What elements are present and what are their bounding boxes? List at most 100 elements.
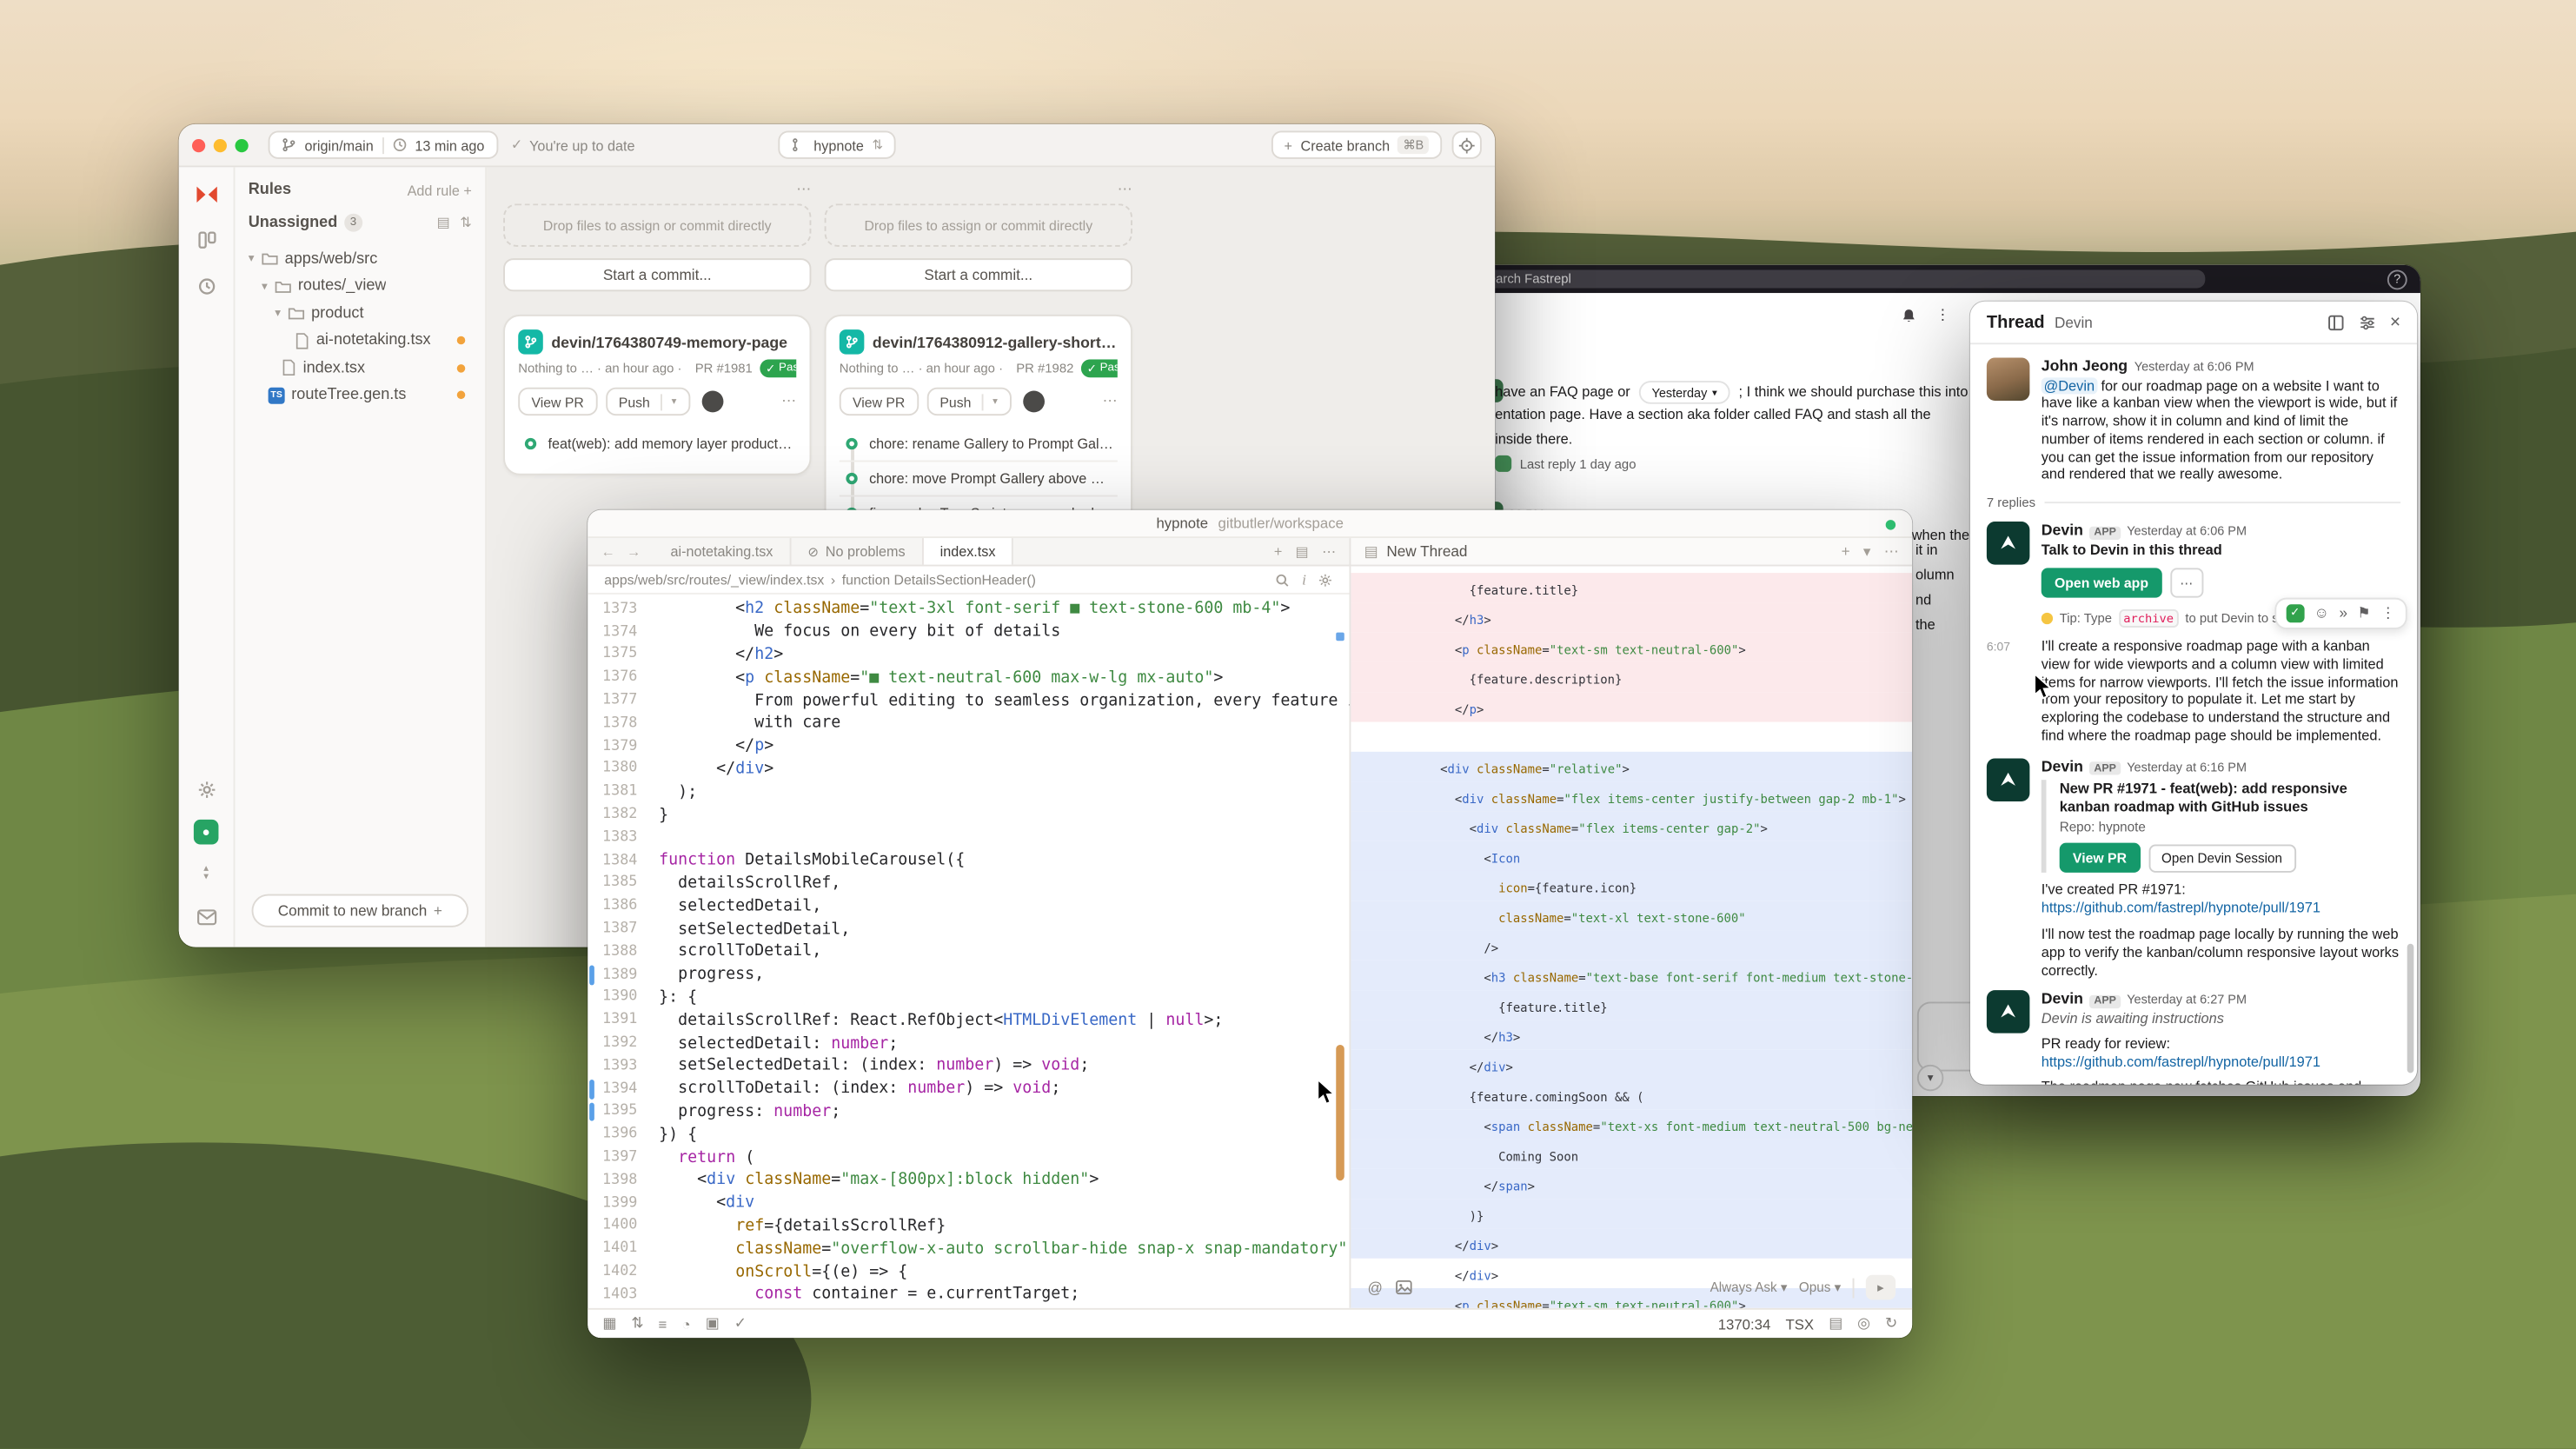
open-devin-session-button[interactable]: Open Devin Session: [2148, 844, 2295, 872]
tree-folder-row[interactable]: ▾ routes/_view: [249, 272, 472, 299]
code-line[interactable]: 1375 </h2>: [588, 643, 1349, 666]
scrollbar-thumb[interactable]: [1336, 1045, 1344, 1180]
code-line[interactable]: 1389 progress,: [588, 963, 1349, 986]
date-divider-pill[interactable]: Yesterday▾: [1638, 381, 1730, 404]
committer-avatar[interactable]: [701, 391, 723, 413]
new-tab-icon[interactable]: +: [1274, 542, 1282, 561]
branches-view-icon[interactable]: [193, 227, 219, 253]
more-actions-icon[interactable]: ⋮: [2380, 606, 2395, 621]
bell-icon[interactable]: [1901, 308, 1917, 324]
save-flag-icon[interactable]: ⚑: [2357, 606, 2370, 621]
message-timestamp[interactable]: Yesterday at 6:06 PM: [2134, 359, 2254, 374]
add-rule-button[interactable]: Add rule +: [408, 182, 472, 198]
code-line[interactable]: 1400 ref={detailsScrollRef}: [588, 1214, 1349, 1237]
code-line[interactable]: 1399 <div: [588, 1192, 1349, 1214]
avatar[interactable]: [1987, 991, 2030, 1034]
code-editor[interactable]: 1373 <h2 className="text-3xl font-serif …: [588, 595, 1349, 1308]
list-view-icon[interactable]: ▤: [437, 214, 450, 232]
editor-scrollbar[interactable]: [1331, 595, 1350, 1308]
breadcrumb[interactable]: apps/web/src/routes/_view/index.tsx › fu…: [588, 566, 1349, 594]
slack-search-input[interactable]: Search Fastrepl: [1457, 269, 2205, 288]
code-line[interactable]: 1386 selectedDetail,: [588, 894, 1349, 917]
thread-reply-link[interactable]: Last reply 1 day ago: [1495, 455, 1636, 472]
committer-avatar[interactable]: [1022, 391, 1044, 413]
permission-mode-select[interactable]: Always Ask ▾: [1710, 1280, 1788, 1294]
sender-name[interactable]: Devin: [2042, 991, 2083, 1007]
tree-folder-row[interactable]: ▾ product: [249, 300, 472, 327]
commit-row[interactable]: chore: move Prompt Gallery above Workflo…: [840, 461, 1118, 495]
drop-zone[interactable]: Drop files to assign or commit directly: [825, 203, 1132, 247]
tree-file-row[interactable]: ai-notetaking.tsx: [249, 327, 472, 354]
avatar[interactable]: [1987, 522, 2030, 566]
settings-gear-icon[interactable]: [1318, 572, 1332, 587]
code-line[interactable]: 1380 </div>: [588, 758, 1349, 781]
commit-row[interactable]: feat(web): add memory layer product page: [518, 427, 796, 460]
code-line[interactable]: 1377 From powerful editing to seamless o…: [588, 689, 1349, 712]
sort-icon[interactable]: ⇅: [460, 214, 472, 232]
kebab-menu-icon[interactable]: ⋮: [1935, 306, 1950, 324]
reload-icon[interactable]: ↻: [1885, 1314, 1897, 1333]
lane-menu-icon[interactable]: ⋯: [1118, 181, 1132, 201]
new-thread-icon[interactable]: +: [1842, 542, 1850, 561]
sender-name[interactable]: Devin: [2042, 522, 2083, 539]
problems-indicator[interactable]: ⊘No problems: [791, 538, 923, 564]
code-line[interactable]: 1391 detailsScrollRef: React.RefObject<H…: [588, 1009, 1349, 1032]
code-line[interactable]: 1402 onScroll={(e) => {: [588, 1260, 1349, 1283]
code-line[interactable]: 1394 scrollToDetail: (index: number) => …: [588, 1078, 1349, 1100]
sync-icon[interactable]: ⇅: [631, 1314, 643, 1333]
origin-branch-chip[interactable]: origin/main 13 min ago: [269, 130, 498, 158]
code-line[interactable]: 1397 return (: [588, 1146, 1349, 1168]
code-line[interactable]: 1401 className="overflow-x-auto scrollba…: [588, 1238, 1349, 1260]
tree-file-row[interactable]: index.tsx: [249, 355, 472, 382]
pr-link[interactable]: https://github.com/fastrepl/hypnote/pull…: [2042, 1053, 2320, 1069]
tab-ai-notetaking[interactable]: ai-notetaking.tsx: [654, 538, 791, 564]
pr-title[interactable]: New PR #1971 - feat(web): add responsive…: [2060, 781, 2400, 817]
message-timestamp[interactable]: Yesterday at 6:27 PM: [2127, 993, 2247, 1007]
sender-name[interactable]: John Jeong: [2042, 357, 2128, 374]
target-mode-button[interactable]: [1452, 130, 1482, 158]
push-button[interactable]: Push▾: [606, 388, 690, 415]
sender-name[interactable]: Devin: [2042, 758, 2083, 774]
outline-icon[interactable]: ≡: [659, 1315, 667, 1332]
progress-icon[interactable]: ◔: [681, 1315, 690, 1332]
more-options-button[interactable]: ⋯: [2170, 568, 2203, 598]
code-line[interactable]: 1385 detailsScrollRef,: [588, 872, 1349, 894]
code-line[interactable]: 1383: [588, 826, 1349, 848]
branch-name[interactable]: devin/1764380912-gallery-shortcuts: [873, 334, 1118, 350]
minimize-window-button[interactable]: [214, 138, 227, 151]
ci-status-badge[interactable]: ✓Passed: [1080, 359, 1118, 377]
code-line[interactable]: 1393 setSelectedDetail: (index: number) …: [588, 1054, 1349, 1077]
view-pr-button[interactable]: View PR: [2060, 843, 2141, 873]
search-icon[interactable]: [1276, 572, 1291, 587]
settings-gear-icon[interactable]: [193, 776, 219, 802]
code-line[interactable]: 1379 </p>: [588, 734, 1349, 757]
tab-index-tsx[interactable]: index.tsx: [924, 538, 1014, 564]
code-line[interactable]: 1403 const container = e.currentTarget;: [588, 1283, 1349, 1306]
unassigned-header[interactable]: Unassigned 3 ▤⇅: [249, 214, 472, 232]
record-icon[interactable]: ◎: [1857, 1314, 1870, 1333]
help-icon[interactable]: ?: [2387, 269, 2407, 289]
code-line[interactable]: 1390}: {: [588, 986, 1349, 1008]
jump-to-latest-button[interactable]: ▾: [1917, 1065, 1943, 1091]
card-menu-icon[interactable]: ⋯: [1103, 392, 1118, 410]
code-line[interactable]: 1395 progress: number;: [588, 1100, 1349, 1123]
language-mode[interactable]: TSX: [1785, 1315, 1814, 1332]
branch-card[interactable]: devin/1764380749-memory-page Nothing to …: [503, 315, 811, 475]
send-button[interactable]: ▸: [1866, 1275, 1895, 1300]
close-window-button[interactable]: [192, 138, 205, 151]
zoom-window-button[interactable]: [235, 138, 248, 151]
open-in-window-icon[interactable]: [2327, 314, 2343, 330]
inbox-icon[interactable]: [193, 904, 219, 930]
emoji-reaction-icon[interactable]: ☺: [2314, 606, 2329, 621]
workspace-selector[interactable]: hypnote ⇅: [777, 130, 896, 158]
pr-number[interactable]: PR #1982: [1016, 361, 1073, 376]
message-timestamp[interactable]: 6:07: [1987, 638, 2031, 745]
commit-to-new-branch-button[interactable]: Commit to new branch+: [252, 894, 469, 927]
tree-file-row[interactable]: TS routeTree.gen.ts: [249, 382, 472, 409]
model-select[interactable]: Opus ▾: [1799, 1280, 1841, 1294]
attach-image-icon[interactable]: [1396, 1280, 1412, 1294]
split-icon[interactable]: ▤: [1829, 1314, 1842, 1333]
code-line[interactable]: 1374 We focus on every bit of details: [588, 621, 1349, 643]
archive-command-chip[interactable]: archive: [2119, 609, 2179, 628]
card-menu-icon[interactable]: ⋯: [781, 392, 796, 410]
